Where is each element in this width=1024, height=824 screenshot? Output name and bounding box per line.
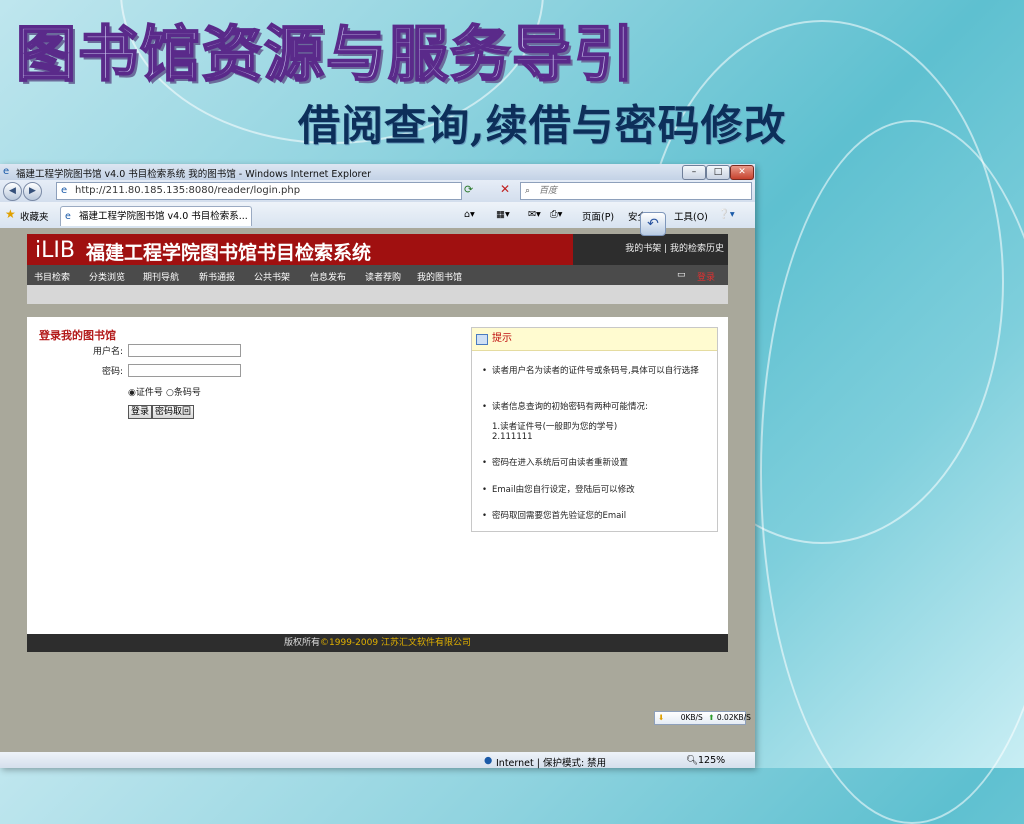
login-panel: 登录我的图书馆 用户名: 密码: ◉证件号 ○条码号 登录 密码取回 提示 • 读… (27, 317, 728, 634)
search-icon: ⌕ (525, 186, 531, 196)
password-input[interactable] (128, 364, 241, 377)
radio-card-label: 证件号 (135, 388, 163, 398)
login-link[interactable]: 登录 (697, 270, 715, 283)
hint-icon (476, 334, 488, 345)
page-icon: e (61, 185, 68, 196)
help-icon[interactable]: ❔▾ (718, 209, 735, 220)
browser-window: e 福建工程学院图书馆 v4.0 书目检索系统 我的图书馆 - Windows … (0, 164, 755, 769)
site-header: iLIB 福建工程学院图书馆书目检索系统 我的书架 | 我的检索历史 (27, 234, 728, 265)
home-icon[interactable]: ⌂▾ (464, 209, 475, 220)
status-zone: Internet | 保护模式: 禁用 (496, 758, 607, 769)
window-title: 福建工程学院图书馆 v4.0 书目检索系统 我的图书馆 - Windows In… (16, 169, 371, 180)
menu-item-browse[interactable]: 分类浏览 (89, 270, 125, 283)
tab-page-icon: e (65, 211, 71, 222)
password-label: 密码: (101, 367, 123, 377)
hint-item: • 密码在进入系统后可由读者重新设置 (482, 458, 629, 468)
site-title: 福建工程学院图书馆书目检索系统 (86, 242, 372, 264)
menu-item-journals[interactable]: 期刊导航 (143, 270, 179, 283)
mail-icon[interactable]: ✉▾ (528, 209, 541, 220)
menu-item-news[interactable]: 信息发布 (310, 270, 346, 283)
radio-barcode-label: 条码号 (173, 388, 201, 398)
refresh-icon[interactable]: ⟳ (464, 183, 473, 196)
speed-up: 0.02KB/S (716, 713, 751, 722)
status-bar: ● Internet | 保护模式: 禁用 🔍︎ 125% (0, 752, 755, 769)
menu-item-recommend[interactable]: 读者荐购 (365, 270, 401, 283)
web-page: iLIB 福建工程学院图书馆书目检索系统 我的书架 | 我的检索历史 书目检索 … (27, 234, 728, 764)
download-arrow-icon: ⬇ (658, 713, 665, 722)
back-icon[interactable]: ◀ (3, 182, 22, 201)
hint-box: 提示 • 读者用户名为读者的证件号或条码号,具体可以自行选择 • 读者信息查询的初始… (471, 327, 718, 532)
login-heading: 登录我的图书馆 (39, 329, 116, 342)
card-icon: ▭ (677, 270, 686, 280)
menu-item-newbooks[interactable]: 新书通报 (199, 270, 235, 283)
site-menu: 书目检索 分类浏览 期刊导航 新书通报 公共书架 信息发布 读者荐购 我的图书馆… (27, 265, 728, 285)
favorites-star-icon[interactable]: ★ (5, 207, 16, 221)
username-input[interactable] (128, 344, 241, 357)
forward-icon[interactable]: ▶ (23, 182, 42, 201)
username-label: 用户名: (92, 347, 123, 357)
slide-back-icon[interactable]: ↶ (640, 212, 666, 236)
hint-subitem: 2.111111 (492, 432, 533, 442)
stop-icon[interactable]: ✕ (500, 182, 510, 196)
radio-card-number[interactable]: ◉证件号 (128, 385, 163, 398)
footer-years: ©1999-2009 (320, 638, 379, 648)
top-links[interactable]: 我的书架 | 我的检索历史 (573, 234, 728, 265)
zoom-icon[interactable]: 🔍︎ (686, 755, 698, 766)
ilib-logo: iLIB (35, 238, 75, 263)
feeds-icon[interactable]: ▦▾ (496, 209, 510, 220)
tab-title: 福建工程学院图书馆 v4.0 书目检索系... (79, 211, 248, 222)
footer-prefix: 版权所有 (284, 638, 321, 648)
login-button[interactable]: 登录 (128, 405, 153, 419)
hint-item: • 读者信息查询的初始密码有两种可能情况: (482, 402, 648, 412)
tools-menu[interactable]: 工具(O) (674, 209, 708, 223)
close-button[interactable]: ✕ (730, 165, 754, 180)
page-menu[interactable]: 页面(P) (582, 209, 614, 223)
address-url: http://211.80.185.135:8080/reader/login.… (75, 185, 301, 196)
radio-barcode[interactable]: ○条码号 (166, 385, 201, 398)
hint-item: • 读者用户名为读者的证件号或条码号,具体可以自行选择 (482, 366, 699, 376)
upload-arrow-icon: ⬆ (708, 713, 715, 722)
slide-subtitle: 借阅查询,续借与密码修改 (298, 101, 787, 150)
zoom-level[interactable]: 125% (698, 755, 725, 766)
speed-meter: ⬇ 0KB/S ⬆ 0.02KB/S (654, 711, 751, 725)
address-row: ◀ ▶ e http://211.80.185.135:8080/reader/… (0, 180, 755, 202)
menu-item-shelf[interactable]: 公共书架 (254, 270, 290, 283)
menu-item-mylibrary[interactable]: 我的图书馆 (417, 270, 462, 283)
globe-icon: ● (484, 755, 493, 766)
hint-header: 提示 (472, 328, 717, 351)
browser-tab[interactable]: e 福建工程学院图书馆 v4.0 书目检索系... (60, 206, 252, 226)
search-placeholder: 百度 (539, 186, 558, 196)
window-titlebar: e 福建工程学院图书馆 v4.0 书目检索系统 我的图书馆 - Windows … (0, 164, 755, 180)
print-icon[interactable]: ⎙▾ (550, 209, 562, 220)
hint-heading: 提示 (492, 333, 512, 344)
search-input[interactable]: ⌕ 百度 (520, 182, 752, 200)
hint-item: • Email由您自行设定，登陆后可以修改 (482, 485, 635, 495)
footer-company: 江苏汇文软件有限公司 (380, 638, 471, 648)
hint-item: • 密码取回需要您首先验证您的Email (482, 511, 627, 521)
minimize-button[interactable]: – (682, 165, 706, 180)
menu-item-search[interactable]: 书目检索 (34, 270, 70, 283)
hint-subitem: 1.读者证件号(一般即为您的学号) (492, 422, 618, 432)
site-footer: 版权所有©1999-2009 江苏汇文软件有限公司 (27, 634, 728, 652)
speed-down: 0KB/S (680, 713, 703, 722)
maximize-button[interactable]: □ (706, 165, 730, 180)
favorites-button[interactable]: 收藏夹 (20, 209, 49, 223)
ie-logo-icon: e (3, 166, 10, 177)
slide-title: 图书馆资源与服务导引 (15, 19, 636, 91)
recover-password-button[interactable]: 密码取回 (152, 405, 195, 419)
address-bar[interactable]: e http://211.80.185.135:8080/reader/logi… (56, 182, 462, 200)
breadcrumb-bar (27, 285, 728, 304)
